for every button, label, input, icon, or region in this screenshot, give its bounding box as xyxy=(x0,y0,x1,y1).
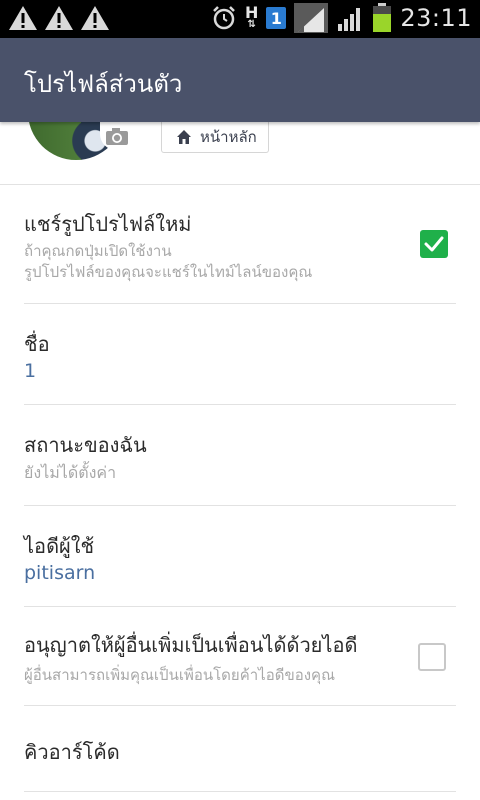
share-profile-description: ถ้าคุณกดปุ่มเปิดใช้งาน xyxy=(24,242,172,260)
qr-code-label: คิวอาร์โค้ด xyxy=(24,740,120,764)
notification-icons xyxy=(8,4,110,32)
title-bar: โปรไฟล์ส่วนตัว xyxy=(0,38,480,122)
share-profile-checkbox[interactable] xyxy=(420,230,448,258)
status-message-label: สถานะของฉัน xyxy=(24,433,147,457)
alarm-icon xyxy=(213,6,235,30)
check-icon xyxy=(424,236,444,252)
home-icon xyxy=(177,130,191,144)
warning-icon xyxy=(9,6,37,30)
share-profile-description: รูปโปรไฟล์ของคุณจะแชร์ในไทม์ไลน์ของคุณ xyxy=(24,263,313,281)
system-icons: H ⇅ 1 23:11 xyxy=(211,3,472,33)
home-button[interactable]: หน้าหลัก xyxy=(161,122,269,153)
user-id-value: pitisarn xyxy=(24,562,96,584)
share-profile-label: แชร์รูปโปรไฟล์ใหม่ xyxy=(24,212,192,236)
status-message-row[interactable]: สถานะของฉัน ยังไม่ได้ตั้งค่า xyxy=(24,405,456,506)
camera-icon xyxy=(106,128,128,145)
page-title: โปรไฟล์ส่วนตัว xyxy=(24,70,183,98)
warning-icon xyxy=(45,6,73,30)
signal-icon xyxy=(294,3,329,33)
allow-add-by-id-row[interactable]: อนุญาตให้ผู้อื่นเพิ่มเป็นเพื่อนได้ด้วยไอ… xyxy=(24,607,456,706)
allow-add-by-id-description: ผู้อื่นสามารถเพิ่มคุณเป็นเพื่อนโดยค้าไอด… xyxy=(24,666,335,684)
change-photo-button[interactable] xyxy=(100,122,134,150)
user-id-row[interactable]: ไอดีผู้ใช้ pitisarn xyxy=(24,506,456,607)
signal-icon xyxy=(338,8,361,31)
home-button-label: หน้าหลัก xyxy=(200,128,257,146)
qr-code-row[interactable]: คิวอาร์โค้ด xyxy=(24,706,456,792)
share-profile-row[interactable]: แชร์รูปโปรไฟล์ใหม่ ถ้าคุณกดปุ่มเปิดใช้งา… xyxy=(24,185,456,304)
user-id-label: ไอดีผู้ใช้ xyxy=(24,534,95,558)
status-bar: H ⇅ 1 23:11 xyxy=(0,0,480,38)
status-message-value: ยังไม่ได้ตั้งค่า xyxy=(24,463,117,482)
allow-add-by-id-label: อนุญาตให้ผู้อื่นเพิ่มเป็นเพื่อนได้ด้วยไอ… xyxy=(24,633,358,657)
name-row[interactable]: ชื่อ 1 xyxy=(24,304,456,405)
settings-list: แชร์รูปโปรไฟล์ใหม่ ถ้าคุณกดปุ่มเปิดใช้งา… xyxy=(0,184,480,792)
allow-add-by-id-checkbox[interactable] xyxy=(418,643,446,671)
data-arrows-icon: H ⇅ xyxy=(244,3,259,30)
clock: 23:11 xyxy=(400,4,472,32)
notification-badge: 1 xyxy=(266,7,287,29)
warning-icon xyxy=(81,6,109,30)
name-value: 1 xyxy=(24,360,37,382)
profile-header: หน้าหลัก xyxy=(0,122,480,184)
name-label: ชื่อ xyxy=(24,332,50,356)
battery-icon xyxy=(373,3,392,32)
